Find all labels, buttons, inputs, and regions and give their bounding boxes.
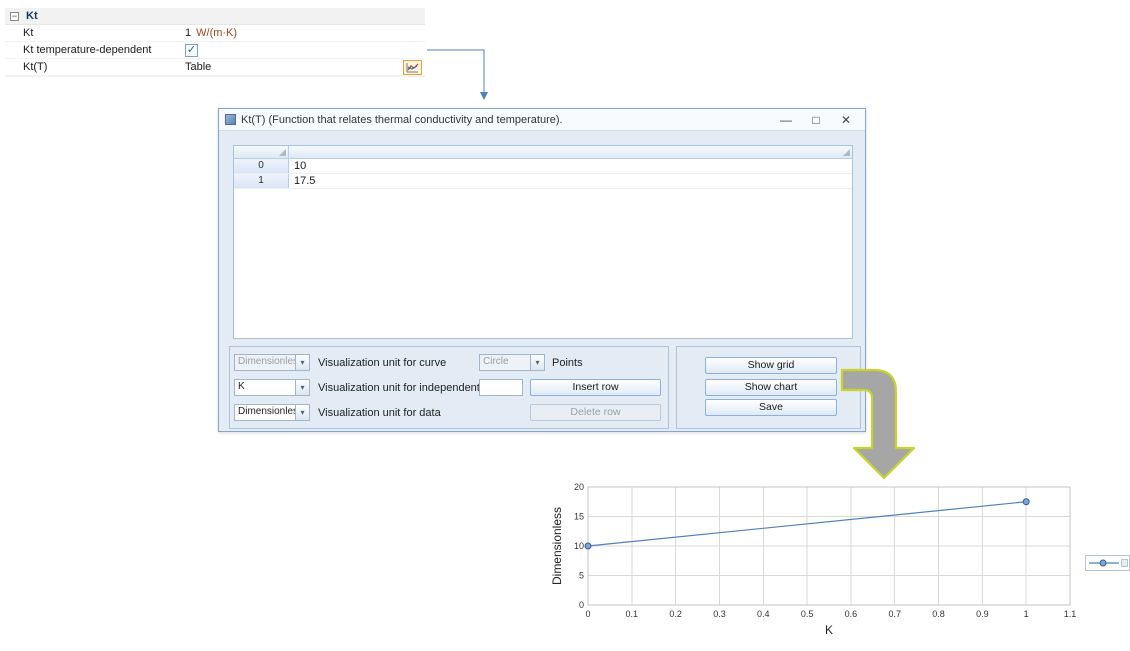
data-table[interactable]: 0 10 1 17.5	[233, 145, 853, 339]
svg-text:0: 0	[579, 600, 584, 610]
svg-text:20: 20	[574, 482, 584, 492]
insert-row-button[interactable]: Insert row	[530, 379, 661, 396]
corner-triangle-icon	[843, 149, 850, 156]
maximize-button[interactable]: □	[801, 110, 831, 130]
table-row[interactable]: 0 10	[234, 159, 852, 174]
collapse-icon[interactable]: −	[10, 12, 19, 21]
svg-text:0.7: 0.7	[888, 609, 901, 619]
chevron-down-icon[interactable]: ▾	[295, 380, 309, 395]
property-label: Kt(T)	[5, 61, 185, 73]
svg-text:1: 1	[1024, 609, 1029, 619]
points-style-value: Circle	[480, 355, 530, 370]
property-label: Kt	[5, 27, 185, 39]
dialog-titlebar[interactable]: Kt(T) (Function that relates thermal con…	[219, 109, 865, 131]
line-chart: 0 0.1 0.2 0.3 0.4 0.5 0.6 0.7 0.8 0.9 1 1.1 0 5 10 15 20…	[545, 478, 1130, 651]
svg-text:10: 10	[574, 541, 584, 551]
svg-text:Dimensionless: Dimensionless	[550, 507, 564, 585]
data-unit-value: Dimensionless	[235, 405, 295, 420]
chevron-down-icon[interactable]: ▾	[295, 355, 309, 370]
curve-unit-value: Dimensionless	[235, 355, 295, 370]
show-grid-button[interactable]: Show grid	[705, 357, 837, 374]
property-unit: W/(m·K)	[196, 27, 237, 39]
row-value-cell[interactable]: 10	[289, 159, 852, 173]
chevron-down-icon[interactable]: ▾	[295, 405, 309, 420]
mini-chart-icon	[406, 62, 419, 73]
data-unit-label: Visualization unit for data	[318, 405, 441, 422]
property-label: Kt temperature-dependent	[5, 44, 185, 56]
save-button[interactable]: Save	[705, 399, 837, 416]
minimize-button[interactable]: —	[771, 110, 801, 130]
independent-unit-dropdown[interactable]: K ▾	[234, 379, 310, 396]
property-row-kt[interactable]: Kt 1 W/(m·K)	[5, 25, 425, 42]
svg-text:0.5: 0.5	[801, 609, 814, 619]
property-group-header[interactable]: − Kt	[5, 8, 425, 25]
row-value-cell[interactable]: 17.5	[289, 174, 852, 188]
svg-text:0.8: 0.8	[932, 609, 945, 619]
property-value: 1	[185, 27, 191, 39]
svg-text:0.4: 0.4	[757, 609, 770, 619]
points-style-dropdown[interactable]: Circle ▾	[479, 354, 545, 371]
independent-unit-label: Visualization unit for independent va	[318, 380, 495, 397]
dialog-title: Kt(T) (Function that relates thermal con…	[241, 114, 771, 126]
property-grid: − Kt Kt 1 W/(m·K) Kt temperature-depende…	[5, 8, 425, 77]
show-chart-button[interactable]: Show chart	[705, 379, 837, 396]
function-table-dialog: Kt(T) (Function that relates thermal con…	[218, 108, 866, 432]
window-icon	[225, 114, 236, 125]
property-row-ktt[interactable]: Kt(T) Table	[5, 59, 425, 76]
property-group-label: Kt	[26, 10, 38, 22]
svg-text:0.9: 0.9	[976, 609, 989, 619]
property-value: Table	[185, 61, 211, 73]
svg-text:0.2: 0.2	[669, 609, 682, 619]
svg-text:0.1: 0.1	[626, 609, 639, 619]
actions-group: Show grid Show chart Save	[676, 346, 861, 429]
row-value-input[interactable]	[479, 379, 523, 396]
property-row-temperature-dependent[interactable]: Kt temperature-dependent ✓	[5, 42, 425, 59]
independent-unit-value: K	[235, 380, 295, 395]
chevron-down-icon[interactable]: ▾	[530, 355, 544, 370]
svg-text:0: 0	[585, 609, 590, 619]
select-all-corner[interactable]	[234, 146, 289, 158]
value-column-header[interactable]	[289, 146, 852, 158]
chart-svg[interactable]: 0 0.1 0.2 0.3 0.4 0.5 0.6 0.7 0.8 0.9 1 1.1 0 5 10 15 20…	[545, 478, 1130, 651]
svg-text:1.1: 1.1	[1064, 609, 1077, 619]
delete-row-button[interactable]: Delete row	[530, 404, 661, 421]
temperature-dependent-checkbox[interactable]: ✓	[185, 44, 198, 57]
points-label: Points	[552, 355, 583, 372]
data-unit-dropdown[interactable]: Dimensionless ▾	[234, 404, 310, 421]
svg-text:0.6: 0.6	[845, 609, 858, 619]
table-row[interactable]: 1 17.5	[234, 174, 852, 189]
unit-controls-group: Dimensionless ▾ Visualization unit for c…	[229, 346, 669, 429]
table-header-row	[234, 146, 852, 159]
row-header[interactable]: 0	[234, 159, 289, 173]
svg-text:5: 5	[579, 571, 584, 581]
svg-text:K: K	[825, 623, 833, 637]
corner-triangle-icon	[279, 149, 286, 156]
curve-unit-label: Visualization unit for curve	[318, 355, 446, 372]
edit-table-icon-button[interactable]	[403, 60, 422, 75]
screenshot-canvas: − Kt Kt 1 W/(m·K) Kt temperature-depende…	[0, 0, 1130, 651]
close-button[interactable]: ✕	[831, 110, 861, 130]
row-header[interactable]: 1	[234, 174, 289, 188]
curve-unit-dropdown[interactable]: Dimensionless ▾	[234, 354, 310, 371]
svg-text:0.3: 0.3	[713, 609, 726, 619]
svg-text:15: 15	[574, 512, 584, 522]
